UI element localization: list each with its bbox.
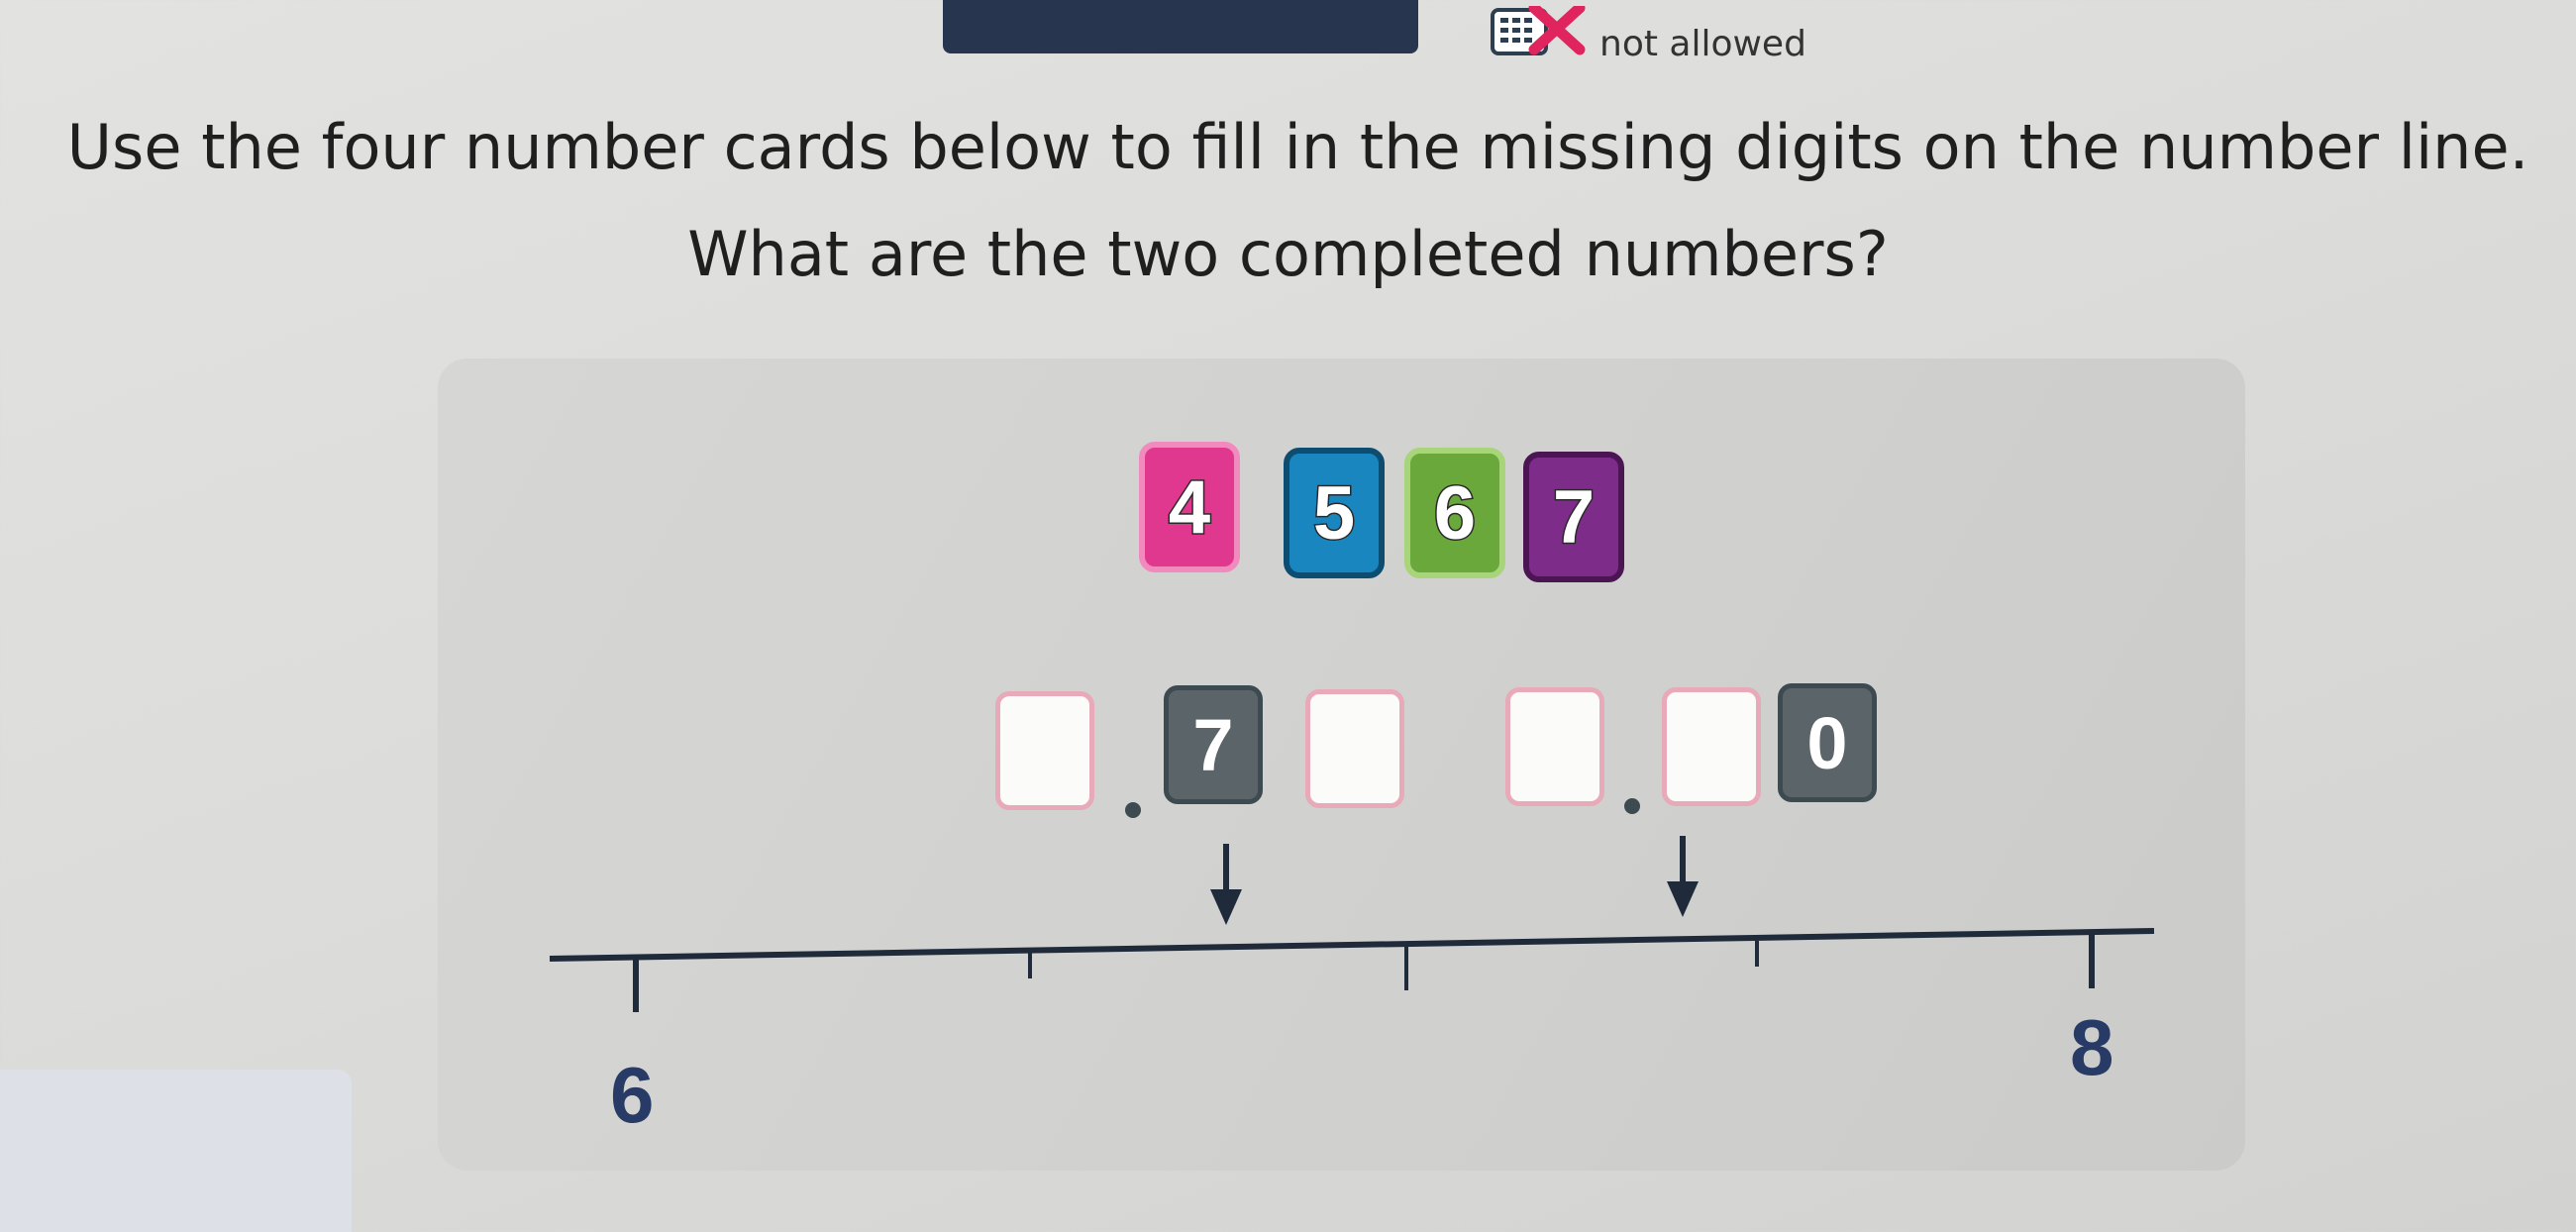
arrow-first-number (1210, 844, 1242, 925)
number-line (549, 836, 2155, 1012)
number-line-axis (549, 928, 2155, 962)
number-line-start-label: 6 (610, 1051, 655, 1139)
number-line-end-label: 8 (2070, 1003, 2114, 1091)
taskbar-reflection (0, 1070, 352, 1232)
arrow-second-number (1667, 836, 1699, 917)
